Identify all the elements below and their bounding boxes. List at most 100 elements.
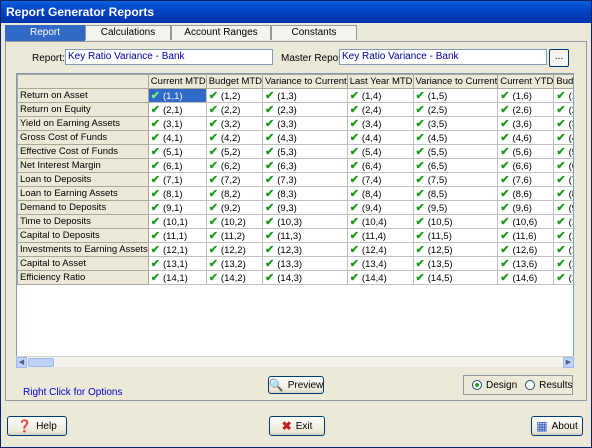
grid-cell[interactable]: ✔ (13,6) — [497, 256, 555, 271]
grid-cell[interactable]: ✔ (3,1) — [147, 116, 207, 131]
scroll-right-icon[interactable]: ▶ — [563, 357, 574, 368]
grid-cell[interactable]: ✔(12,7) — [553, 242, 573, 257]
row-header[interactable]: Return on Equity — [17, 102, 149, 117]
grid-cell[interactable]: ✔ (10,3) — [262, 214, 348, 229]
preview-button[interactable]: 🔍 Preview — [268, 376, 324, 394]
column-header[interactable]: Current YTD — [497, 74, 555, 89]
scroll-thumb[interactable] — [28, 358, 54, 367]
design-radio-dot[interactable] — [472, 380, 482, 390]
grid-cell[interactable]: ✔ (5,3) — [262, 144, 348, 159]
grid-cell[interactable]: ✔ (8,4) — [346, 186, 414, 201]
grid-cell[interactable]: ✔ (7,5) — [412, 172, 499, 187]
grid-cell[interactable]: ✔(1,7) — [553, 88, 573, 103]
grid-cell[interactable]: ✔ (3,3) — [262, 116, 348, 131]
results-radio-dot[interactable] — [525, 380, 536, 390]
grid-cell[interactable]: ✔ (4,4) — [346, 130, 414, 145]
grid-cell[interactable]: ✔ (11,3) — [262, 228, 348, 243]
grid-cell[interactable]: ✔ (14,5) — [412, 270, 499, 285]
grid-cell[interactable]: ✔ (7,6) — [497, 172, 555, 187]
grid-cell[interactable]: ✔ (5,2) — [205, 144, 264, 159]
grid-cell[interactable]: ✔ (14,2) — [205, 270, 264, 285]
grid-cell[interactable]: ✔ (13,5) — [412, 256, 499, 271]
grid-cell[interactable]: ✔ (4,3) — [262, 130, 348, 145]
tab-calculations[interactable]: Calculations — [85, 25, 171, 40]
grid-cell[interactable]: ✔ (9,6) — [497, 200, 555, 215]
grid-cell[interactable]: ✔ (1,1) — [147, 88, 207, 103]
grid-cell[interactable]: ✔ (6,3) — [262, 158, 348, 173]
column-header[interactable]: Last Year MTD — [346, 74, 414, 89]
exit-button[interactable]: ✖ Exit — [269, 416, 325, 436]
grid-cell[interactable]: ✔ (7,4) — [346, 172, 414, 187]
grid-cell[interactable]: ✔ (3,5) — [412, 116, 499, 131]
row-header[interactable]: Loan to Deposits — [17, 172, 149, 187]
grid-cell[interactable]: ✔ (9,4) — [346, 200, 414, 215]
row-header[interactable]: Loan to Earning Assets — [17, 186, 149, 201]
grid-cell[interactable]: ✔ (2,6) — [497, 102, 555, 117]
grid-cell[interactable]: ✔ (14,4) — [346, 270, 414, 285]
grid-cell[interactable]: ✔ (6,5) — [412, 158, 499, 173]
grid-cell[interactable]: ✔ (4,2) — [205, 130, 264, 145]
grid-cell[interactable]: ✔ (6,6) — [497, 158, 555, 173]
row-header[interactable]: Time to Deposits — [17, 214, 149, 229]
grid-cell[interactable]: ✔(14,7) — [553, 270, 573, 285]
grid-cell[interactable]: ✔ (1,6) — [497, 88, 555, 103]
grid-cell[interactable]: ✔ (12,5) — [412, 242, 499, 257]
grid-cell[interactable]: ✔ (1,5) — [412, 88, 499, 103]
grid-cell[interactable]: ✔(6,7) — [553, 158, 573, 173]
scroll-left-icon[interactable]: ◀ — [16, 357, 27, 368]
grid-cell[interactable]: ✔ (8,3) — [262, 186, 348, 201]
grid-cell[interactable]: ✔ (2,3) — [262, 102, 348, 117]
grid-cell[interactable]: ✔ (3,6) — [497, 116, 555, 131]
row-header[interactable]: Return on Asset — [17, 88, 149, 103]
grid-cell[interactable]: ✔ (12,6) — [497, 242, 555, 257]
grid-cell[interactable]: ✔ (5,1) — [147, 144, 207, 159]
row-header[interactable]: Capital to Deposits — [17, 228, 149, 243]
grid-cell[interactable]: ✔ (12,4) — [346, 242, 414, 257]
grid-cell[interactable]: ✔ (10,6) — [497, 214, 555, 229]
grid-cell[interactable]: ✔ (10,5) — [412, 214, 499, 229]
grid-cell[interactable]: ✔ (7,1) — [147, 172, 207, 187]
grid-cell[interactable]: ✔ (12,3) — [262, 242, 348, 257]
results-radio[interactable]: Results — [525, 380, 573, 391]
help-button[interactable]: ❓ Help — [7, 416, 67, 436]
column-header[interactable]: Budget- YTD — [553, 74, 573, 89]
grid-cell[interactable]: ✔ (14,3) — [262, 270, 348, 285]
grid-cell[interactable]: ✔ (12,1) — [147, 242, 207, 257]
grid-cell[interactable]: ✔ (9,5) — [412, 200, 499, 215]
row-header[interactable]: Yield on Earning Assets — [17, 116, 149, 131]
grid-cell[interactable]: ✔ (13,3) — [262, 256, 348, 271]
grid-cell[interactable]: ✔ (13,2) — [205, 256, 264, 271]
grid-cell[interactable]: ✔(11,7) — [553, 228, 573, 243]
tab-constants[interactable]: Constants — [271, 25, 357, 40]
row-header[interactable]: Capital to Asset — [17, 256, 149, 271]
grid-cell[interactable]: ✔ (14,1) — [147, 270, 207, 285]
grid-cell[interactable]: ✔ (13,4) — [346, 256, 414, 271]
grid-cell[interactable]: ✔ (9,2) — [205, 200, 264, 215]
browse-button[interactable]: ... — [549, 49, 569, 67]
row-header[interactable]: Efficiency Ratio — [17, 270, 149, 285]
grid-cell[interactable]: ✔ (11,2) — [205, 228, 264, 243]
grid-cell[interactable]: ✔ (4,1) — [147, 130, 207, 145]
grid-cell[interactable]: ✔ (12,2) — [205, 242, 264, 257]
grid-cell[interactable]: ✔(13,7) — [553, 256, 573, 271]
row-header[interactable]: Gross Cost of Funds — [17, 130, 149, 145]
grid-cell[interactable]: ✔(3,7) — [553, 116, 573, 131]
horizontal-scrollbar[interactable]: ◀ ▶ — [16, 356, 574, 368]
grid-cell[interactable]: ✔ (13,1) — [147, 256, 207, 271]
tab-report[interactable]: Report — [5, 25, 85, 41]
grid-cell[interactable]: ✔ (5,6) — [497, 144, 555, 159]
grid-cell[interactable]: ✔ (3,2) — [205, 116, 264, 131]
grid-cell[interactable]: ✔ (2,4) — [346, 102, 414, 117]
grid-cell[interactable]: ✔ (2,1) — [147, 102, 207, 117]
row-header[interactable]: Net Interest Margin — [17, 158, 149, 173]
grid-cell[interactable]: ✔ (8,6) — [497, 186, 555, 201]
grid-cell[interactable]: ✔(4,7) — [553, 130, 573, 145]
grid-cell[interactable]: ✔ (8,5) — [412, 186, 499, 201]
grid-cell[interactable]: ✔ (6,1) — [147, 158, 207, 173]
grid-cell[interactable]: ✔(10,7) — [553, 214, 573, 229]
design-radio[interactable]: Design — [472, 380, 517, 391]
row-header[interactable]: Investments to Earning Assets — [17, 242, 149, 257]
grid-cell[interactable]: ✔ (10,4) — [346, 214, 414, 229]
grid-cell[interactable]: ✔(2,7) — [553, 102, 573, 117]
report-field[interactable]: Key Ratio Variance - Bank — [65, 49, 273, 65]
